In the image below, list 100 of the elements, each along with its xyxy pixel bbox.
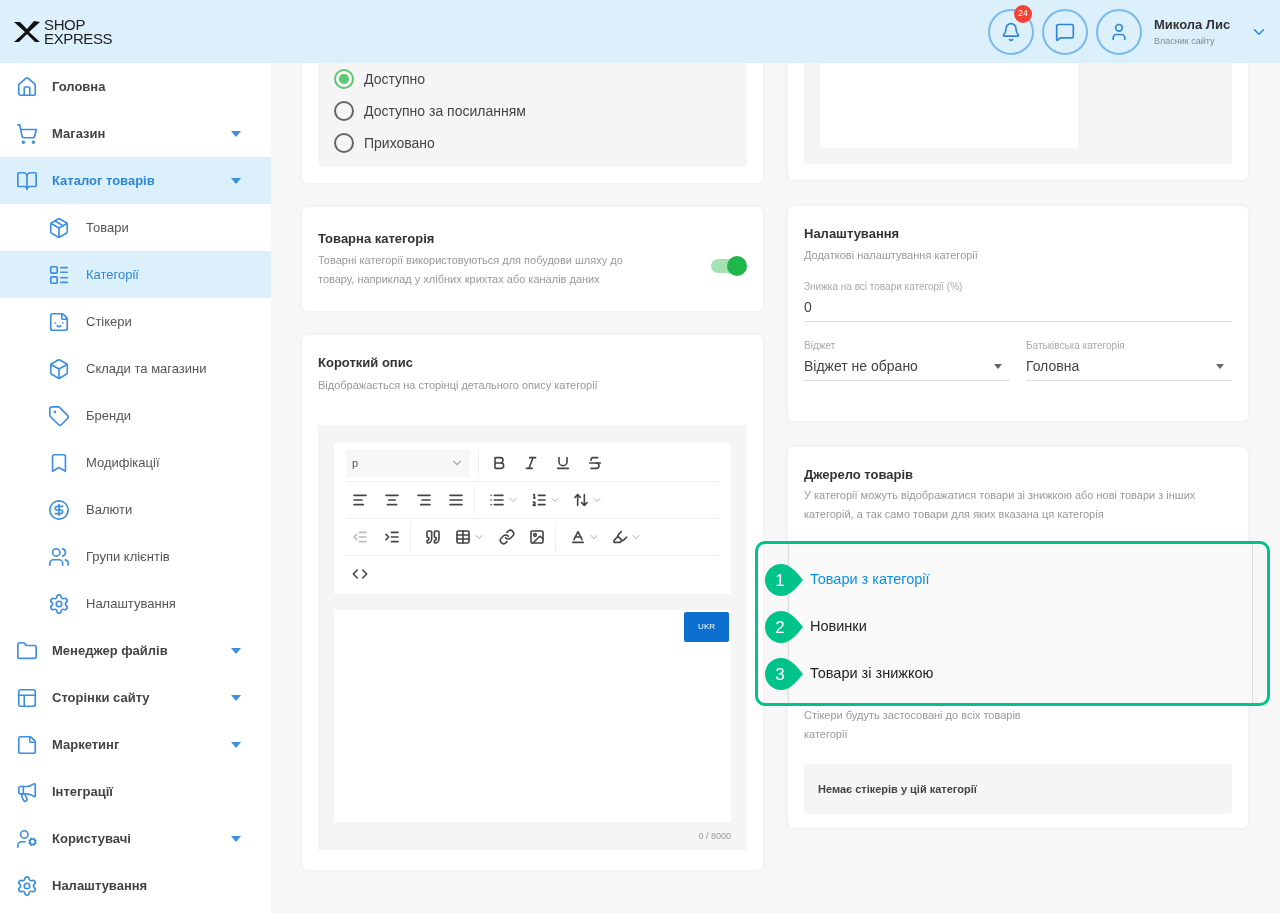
callout-marker: 2 xyxy=(765,610,805,643)
align-right-icon xyxy=(416,492,432,508)
sidebar-label: Групи клієнтів xyxy=(86,547,170,566)
sidebar-label: Склади та магазини xyxy=(86,359,207,378)
radio-button[interactable] xyxy=(334,69,354,89)
sidebar-label: Сторінки сайту xyxy=(52,688,150,707)
sidebar-item[interactable]: Магазин xyxy=(0,110,271,157)
card-description: У категорії можуть відображатися товари зі знижкою або нові товари з інших категорій, а так само товари для яких вказана ця категорія xyxy=(804,488,1197,522)
sidebar-label: Модифікації xyxy=(86,453,160,472)
chat-icon xyxy=(1055,21,1075,42)
dollar-icon xyxy=(48,498,70,521)
radio-label: Доступно за посиланням xyxy=(364,101,526,121)
field-label: Віджет xyxy=(804,338,837,353)
user-role: Власник сайту xyxy=(1154,34,1216,48)
caret-icon xyxy=(1216,363,1224,369)
toggle-switch[interactable] xyxy=(711,259,745,273)
line-height-icon xyxy=(573,492,589,508)
tag-icon xyxy=(48,404,70,427)
sidebar-item[interactable]: Головна xyxy=(0,63,271,110)
logo-text: EXPRESS xyxy=(44,31,113,46)
user-name: Микола Лис xyxy=(1154,16,1232,34)
browser-window-icon xyxy=(16,686,38,709)
sidebar-subitem[interactable]: Стікери xyxy=(0,298,271,345)
empty-message: Немає стікерів у цій категорії xyxy=(818,781,977,797)
sidebar-item[interactable]: Менеджер файлів xyxy=(0,627,271,674)
table-icon xyxy=(455,529,471,545)
input-field[interactable]: 0 xyxy=(804,293,1232,322)
dropdown-option[interactable]: Товари зі знижкою xyxy=(808,650,1252,697)
sidebar-label: Маркетинг xyxy=(52,735,120,754)
sidebar-subitem[interactable]: Групи клієнтів xyxy=(0,533,271,580)
strikethrough-icon xyxy=(587,455,603,471)
editor-area[interactable]: UKR xyxy=(334,610,731,822)
radio-label: Приховано xyxy=(364,133,435,153)
field-label: Батьківська категорія xyxy=(1026,338,1126,353)
sidebar-label: Налаштування xyxy=(52,876,148,895)
align-center-icon xyxy=(384,492,400,508)
sidebar-subitem[interactable]: Модифікації xyxy=(0,439,271,486)
sidebar-label: Магазин xyxy=(52,124,106,143)
sidebar-subitem[interactable]: Валюти xyxy=(0,486,271,533)
bullet-list-icon xyxy=(489,492,505,508)
radio-option[interactable]: Приховано xyxy=(334,127,731,159)
language-button[interactable]: UKR xyxy=(684,612,729,642)
underline-icon xyxy=(555,455,571,471)
sidebar-subitem[interactable]: Бренди xyxy=(0,392,271,439)
home-icon xyxy=(16,75,38,98)
align-left-icon xyxy=(352,492,368,508)
settings-icon xyxy=(48,592,70,615)
select-field[interactable]: Віджет не обрано xyxy=(804,352,1010,381)
dropdown-option[interactable]: Новинки xyxy=(808,603,1252,650)
sidebar-item[interactable]: Користувачі xyxy=(0,815,271,862)
sidebar-label: Головна xyxy=(52,77,106,96)
radio-button[interactable] xyxy=(334,133,354,153)
highlighter-icon xyxy=(612,529,628,545)
radio-label: Доступно xyxy=(364,69,426,89)
card-description: Стікери будуть застосовані до всіх товарів категорії xyxy=(804,708,1022,742)
list-icon xyxy=(48,263,70,286)
sidebar-label: Товари xyxy=(86,218,129,237)
caret-icon xyxy=(994,363,1002,369)
user-icon xyxy=(1109,21,1129,42)
text-color-icon xyxy=(570,529,586,545)
book-icon xyxy=(16,169,38,192)
card-description: Товарні категорії використовуються для побудови шляху до товару, наприклад у хлібних крихтах або каналів даних xyxy=(318,252,624,287)
link-icon xyxy=(499,529,515,545)
format-select[interactable]: p xyxy=(346,449,470,477)
quote-icon xyxy=(425,529,441,545)
sidebar-label: Користувачі xyxy=(52,829,131,848)
sidebar-item[interactable]: Сторінки сайту xyxy=(0,674,271,721)
indent-icon xyxy=(384,529,400,545)
callout-marker: 1 xyxy=(765,563,805,596)
callout-marker: 3 xyxy=(765,657,805,690)
radio-button[interactable] xyxy=(334,101,354,121)
radio-option[interactable]: Доступно за посиланням xyxy=(334,95,731,127)
sidebar-subitem[interactable]: Налаштування xyxy=(0,580,271,627)
sidebar-subitem[interactable]: Склади та магазини xyxy=(0,345,271,392)
select-field[interactable]: Головна xyxy=(1026,352,1232,381)
logo-icon xyxy=(12,19,42,44)
bold-icon xyxy=(491,455,507,471)
sidebar-item[interactable]: Налаштування xyxy=(0,862,271,909)
notification-badge: 24 xyxy=(1014,4,1032,23)
note-icon xyxy=(16,733,38,756)
box-icon xyxy=(48,216,70,239)
messages-button[interactable] xyxy=(1042,8,1088,55)
users-icon xyxy=(16,827,38,850)
card-title: Джерело товарів xyxy=(804,465,915,484)
sidebar-item[interactable]: Маркетинг xyxy=(0,721,271,768)
field-label: Знижка на всі товари категорії (%) xyxy=(804,279,964,294)
sidebar-item[interactable]: Інтеграції xyxy=(0,768,271,815)
radio-option[interactable]: Доступно xyxy=(334,63,731,95)
users-icon xyxy=(48,545,70,568)
cart-icon xyxy=(16,122,38,145)
sticker-icon xyxy=(48,310,70,333)
notifications-button[interactable]: 24 xyxy=(988,8,1034,55)
sidebar-label: Стікери xyxy=(86,312,132,331)
folder-icon xyxy=(16,639,38,662)
numbered-list-icon xyxy=(531,492,547,508)
settings-icon xyxy=(16,874,38,897)
sidebar-subitem[interactable]: Товари xyxy=(0,204,271,251)
bell-icon xyxy=(1001,21,1021,42)
sidebar-label: Бренди xyxy=(86,406,132,425)
megaphone-icon xyxy=(16,780,38,803)
